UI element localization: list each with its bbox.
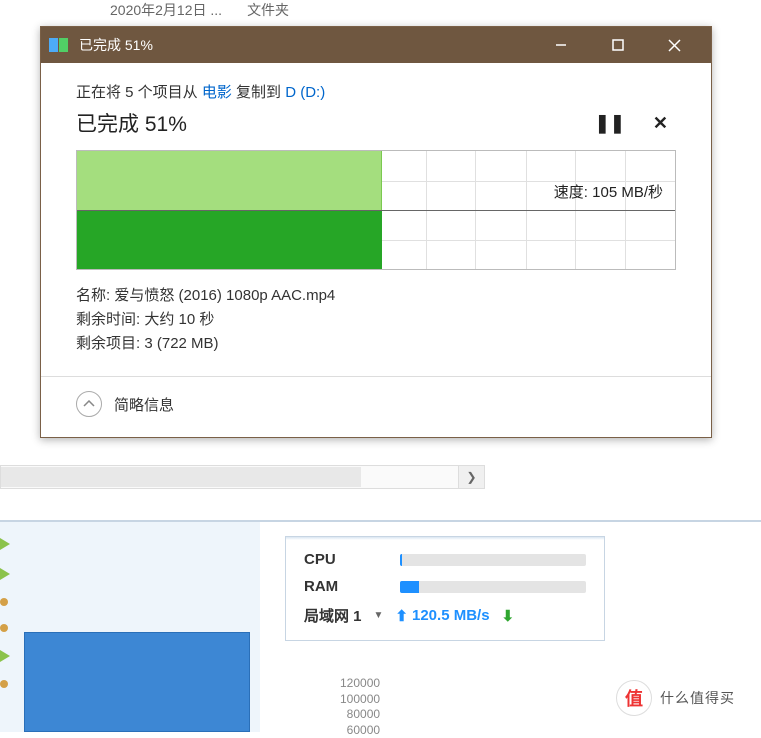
window-title: 已完成 51% [79, 35, 532, 55]
maximize-button[interactable] [589, 27, 646, 63]
brief-info-toggle[interactable]: 简略信息 [76, 391, 676, 417]
cpu-bar [400, 554, 586, 566]
copy-icon [49, 38, 69, 52]
pause-button[interactable]: ❚❚ [595, 113, 625, 134]
horizontal-scrollbar[interactable]: ❯ [0, 465, 485, 489]
remaining-items: 3 (722 MB) [144, 335, 218, 352]
scroll-right-icon[interactable]: ❯ [458, 466, 484, 488]
ram-row: RAM [304, 578, 586, 595]
file-date: 2020年2月12日 ... [110, 0, 222, 20]
minimize-button[interactable] [532, 27, 589, 63]
copy-description: 正在将 5 个项目从 电影 复制到 D (D:) [76, 81, 676, 102]
upload-speed: ⬆ 120.5 MB/s [395, 607, 489, 625]
indicator-column [0, 538, 10, 688]
dropdown-caret-icon[interactable]: ▼ [374, 610, 384, 621]
cancel-button[interactable]: ✕ [653, 113, 668, 134]
titlebar[interactable]: 已完成 51% [41, 27, 711, 63]
chart-speed-area [77, 151, 382, 210]
ram-bar [400, 581, 586, 593]
watermark: 值 什么值得买 [612, 676, 747, 720]
destination-link[interactable]: D (D:) [285, 84, 325, 101]
stats-panel: CPU RAM 局域网 1 ▼ ⬆ 120.5 MB/s ⬇ [285, 536, 605, 641]
close-button[interactable] [646, 27, 703, 63]
watermark-icon: 值 [616, 680, 652, 716]
network-row: 局域网 1 ▼ ⬆ 120.5 MB/s ⬇ [304, 605, 586, 626]
source-link[interactable]: 电影 [202, 84, 232, 101]
net-label: 局域网 1 [304, 605, 362, 626]
chart-midline [77, 210, 675, 211]
arrow-down-icon: ⬇ [502, 607, 515, 625]
copy-progress-dialog: 已完成 51% 正在将 5 个项目从 电影 复制到 D (D:) 已完成 51%… [40, 26, 712, 438]
ram-label: RAM [304, 578, 382, 595]
speed-label: 速度: 105 MB/秒 [554, 181, 663, 202]
file-name: 爱与愤怒 (2016) 1080p AAC.mp4 [114, 287, 335, 304]
chevron-up-icon [76, 391, 102, 417]
resource-block [24, 632, 250, 732]
file-type: 文件夹 [247, 0, 289, 20]
remaining-time: 大约 10 秒 [144, 311, 214, 328]
divider [41, 376, 711, 377]
chart-progress-fill [77, 210, 382, 269]
watermark-text: 什么值得买 [660, 688, 735, 708]
speed-chart: 速度: 105 MB/秒 [76, 150, 676, 270]
cpu-row: CPU [304, 551, 586, 568]
scrollbar-thumb[interactable] [1, 467, 361, 487]
left-panel [0, 522, 260, 732]
progress-title: 已完成 51% [76, 108, 187, 138]
y-axis-ticks: 120000 100000 80000 60000 [340, 676, 380, 738]
arrow-up-icon: ⬆ [395, 607, 408, 625]
copy-details: 名称: 爱与愤怒 (2016) 1080p AAC.mp4 剩余时间: 大约 1… [76, 284, 676, 356]
cpu-label: CPU [304, 551, 382, 568]
background-file-row: 2020年2月12日 ... 文件夹 [110, 0, 289, 20]
